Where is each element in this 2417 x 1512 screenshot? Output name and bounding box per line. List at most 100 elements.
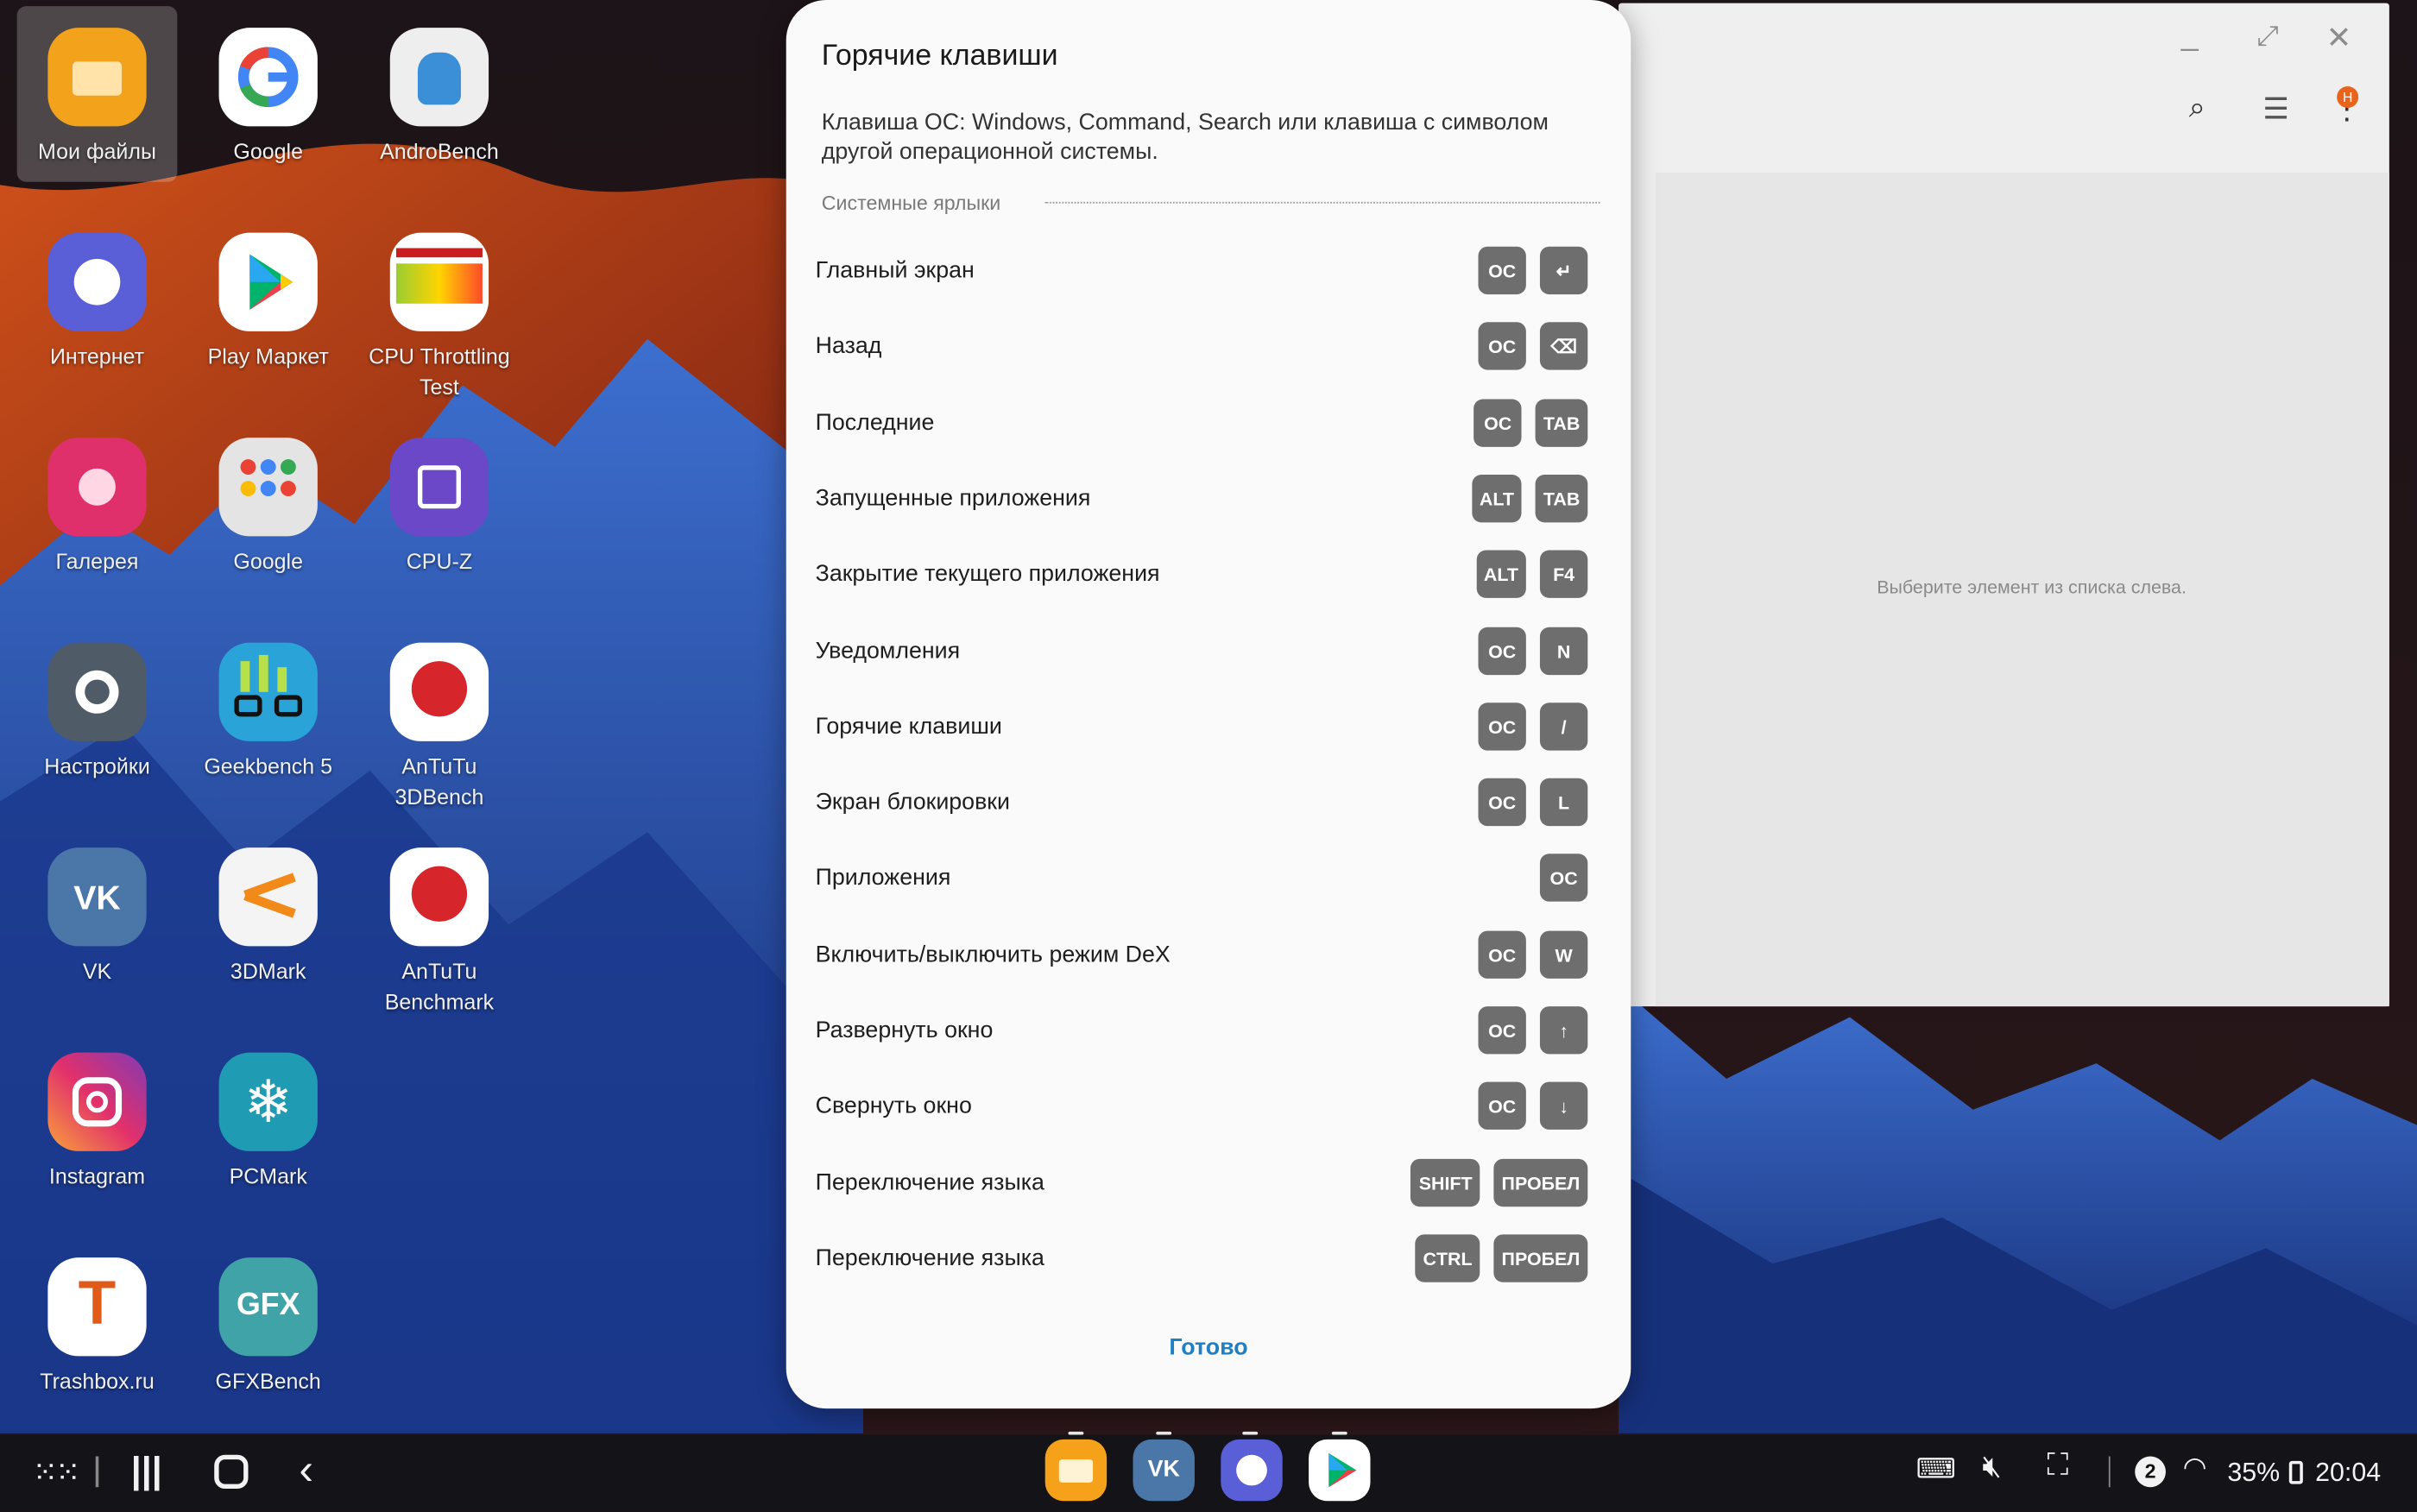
mute-icon[interactable]: 🔇︎: [1982, 1450, 2002, 1485]
shortcut-keys: SHIFT ПРОБЕЛ: [1410, 1158, 1588, 1207]
desktop-icon-label: CPU Throttling Test: [369, 343, 510, 400]
desktop-icon-internet[interactable]: Интернет: [17, 211, 178, 372]
recents-icon[interactable]: |||: [131, 1450, 162, 1493]
desktop-icon-play-market[interactable]: Play Маркет: [188, 211, 349, 372]
desktop-icon-settings[interactable]: Настройки: [17, 621, 178, 782]
desktop-icon-antutu-3dbench[interactable]: AnTuTu 3DBench: [359, 621, 520, 812]
shortcut-label: Горячие клавиши: [815, 713, 1002, 740]
shortcut-label: Экран блокировки: [815, 789, 1011, 816]
desktop-icon-antutu[interactable]: AnTuTu Benchmark: [359, 826, 520, 1017]
shortcut-row: Включить/выключить режим DeX ОС W: [786, 917, 1631, 993]
google-apps-folder-icon: [218, 438, 318, 537]
dialog-description: Клавиша ОС: Windows, Command, Search или…: [821, 109, 1549, 166]
gfx-icon: GFX: [218, 1257, 318, 1357]
desktop-icon-label: Google: [233, 138, 304, 164]
shortcut-keys: ОС ↑: [1478, 1006, 1588, 1055]
shortcut-label: Закрытие текущего приложения: [815, 561, 1160, 588]
shortcut-row: Переключение языка CTRL ПРОБЕЛ: [786, 1220, 1631, 1296]
search-icon[interactable]: ⌕: [2189, 92, 2206, 126]
desktop-icon-label: Мои файлы: [38, 138, 156, 164]
desktop-icon-vk[interactable]: VK VK: [17, 826, 178, 986]
shortcut-label: Назад: [815, 332, 882, 360]
shortcut-row: Главный экран ОС ↵: [786, 233, 1631, 309]
shortcut-row: Развернуть окно ОС ↑: [786, 992, 1631, 1068]
shortcut-label: Запущенные приложения: [815, 485, 1091, 512]
desktop-icon-pcmark[interactable]: ❄ PCMark: [188, 1031, 349, 1192]
desktop-icon-my-files[interactable]: Мои файлы: [16, 6, 178, 182]
done-button[interactable]: Готово: [786, 1334, 1631, 1360]
shortcut-row: Свернуть окно ОС ↓: [786, 1068, 1631, 1144]
key-cap: ОС: [1539, 854, 1588, 902]
desktop-icon-label: Play Маркет: [207, 343, 329, 369]
desktop-icon-trashbox[interactable]: T Trashbox.ru: [17, 1236, 178, 1396]
desktop-icon-androbench[interactable]: AndroBench: [359, 6, 520, 167]
key-cap: ПРОБЕЛ: [1493, 1158, 1588, 1207]
home-icon[interactable]: [214, 1454, 249, 1489]
shortcut-keys: ОС N: [1478, 627, 1588, 676]
screen-capture-icon[interactable]: ⛶: [2047, 1449, 2068, 1484]
desktop-icon-gallery[interactable]: Галерея: [17, 416, 178, 576]
list-view-icon[interactable]: ☰: [2262, 92, 2288, 128]
key-cap: ОС: [1478, 322, 1526, 370]
key-cap: SHIFT: [1410, 1158, 1480, 1207]
maximize-icon[interactable]: ⤢: [2256, 20, 2279, 53]
notification-count-badge[interactable]: 2: [2135, 1456, 2166, 1488]
shortcut-keys: ОС W: [1478, 930, 1588, 979]
desktop-icon-label: AndroBench: [380, 138, 499, 164]
shortcut-keys: ОС: [1539, 854, 1588, 902]
section-header: Системные ярлыки: [821, 191, 1001, 215]
internet-icon[interactable]: [1221, 1439, 1283, 1502]
desktop-icon-label: VK: [82, 958, 112, 984]
antutu-3d-icon: [389, 642, 489, 741]
key-cap: ⌫: [1539, 322, 1588, 370]
key-cap: TAB: [1535, 475, 1588, 523]
play-store-icon[interactable]: [1309, 1439, 1371, 1502]
desktop-icon-cpu-z[interactable]: CPU-Z: [359, 416, 520, 576]
desktop-icon-instagram[interactable]: Instagram: [17, 1031, 178, 1192]
shortcut-keys: ОС /: [1478, 702, 1588, 751]
vk-icon: VK: [47, 847, 147, 947]
desktop-icon-google[interactable]: Google: [188, 6, 349, 167]
key-cap: ПРОБЕЛ: [1493, 1234, 1588, 1282]
3dmark-icon: [218, 847, 318, 947]
close-icon[interactable]: ✕: [2326, 18, 2352, 57]
key-cap: TAB: [1535, 399, 1588, 447]
status-divider: [2108, 1456, 2111, 1488]
desktop-icon-cpu-throttling[interactable]: CPU Throttling Test: [359, 211, 520, 402]
desktop-icon-label: Настройки: [44, 753, 150, 778]
key-cap: ↵: [1539, 246, 1588, 295]
key-cap: ОС: [1474, 399, 1522, 447]
key-cap: F4: [1539, 550, 1588, 598]
key-cap: ОС: [1478, 778, 1526, 827]
files-icon[interactable]: [1044, 1439, 1108, 1502]
desktop-icon-3dmark[interactable]: 3DMark: [188, 826, 349, 986]
desktop-icon-label: Интернет: [49, 343, 145, 369]
shortcut-label: Главный экран: [815, 257, 975, 284]
desktop-icon-gfxbench[interactable]: GFX GFXBench: [188, 1236, 349, 1396]
flower-gallery-icon: [47, 438, 147, 537]
desktop-icon-geekbench[interactable]: Geekbench 5: [188, 621, 349, 782]
shortcut-keys: CTRL ПРОБЕЛ: [1415, 1234, 1588, 1282]
shortcut-label: Свернуть окно: [815, 1093, 972, 1119]
back-icon[interactable]: ‹: [299, 1446, 313, 1495]
cpu-throttling-chart-icon: [389, 232, 489, 331]
shortcut-label: Развернуть окно: [815, 1017, 994, 1043]
shortcut-label: Переключение языка: [815, 1244, 1044, 1272]
key-cap: CTRL: [1415, 1234, 1480, 1282]
empty-selection-text: Выберите элемент из списка слева.: [1877, 576, 2187, 598]
cpu-chip-icon: [389, 438, 489, 537]
keyboard-icon[interactable]: ⌨: [1916, 1453, 1956, 1486]
minimize-icon[interactable]: _: [2181, 18, 2199, 54]
key-cap: ОС: [1478, 702, 1526, 751]
shortcut-keys: ОС TAB: [1474, 399, 1588, 447]
play-store-icon: [218, 232, 318, 331]
shortcut-keys: ОС ⌫: [1478, 322, 1588, 370]
desktop-icon-google-folder[interactable]: Google: [188, 416, 349, 576]
key-cap: ОС: [1478, 1006, 1526, 1055]
battery-icon: [2288, 1460, 2303, 1484]
app-grid-icon[interactable]: ⁙⁙: [33, 1453, 81, 1492]
shortcut-row: Уведомления ОС N: [786, 614, 1631, 690]
key-cap: L: [1539, 778, 1588, 827]
vk-icon[interactable]: VK: [1133, 1439, 1195, 1502]
antutu-icon: [389, 847, 489, 947]
